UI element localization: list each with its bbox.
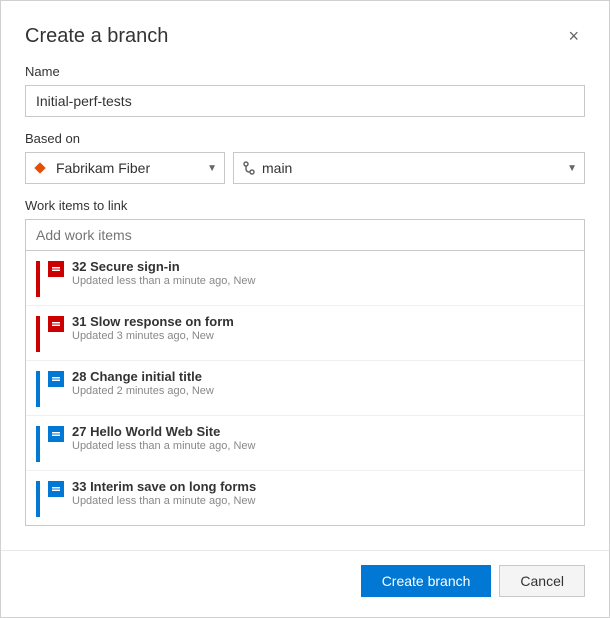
cancel-button[interactable]: Cancel [499, 565, 585, 597]
based-on-label: Based on [25, 131, 585, 146]
create-branch-dialog: Create a branch × Name Based on Fabrikam… [0, 0, 610, 618]
dialog-body: Name Based on Fabrikam Fiber ▼ [1, 64, 609, 550]
work-items-list: 32 Secure sign-in Updated less than a mi… [25, 251, 585, 526]
wi-icon-box [48, 261, 64, 277]
wi-meta: Updated 2 minutes ago, New [72, 385, 214, 397]
name-label: Name [25, 64, 585, 79]
based-on-section: Based on Fabrikam Fiber ▼ [25, 131, 585, 184]
wi-color-bar [36, 481, 40, 517]
work-item[interactable]: 33 Interim save on long forms Updated le… [26, 471, 584, 525]
wi-title: 27 Hello World Web Site [72, 424, 255, 439]
work-item[interactable]: 32 Secure sign-in Updated less than a mi… [26, 251, 584, 306]
wi-color-bar [36, 316, 40, 352]
close-button[interactable]: × [562, 25, 585, 47]
wi-meta: Updated less than a minute ago, New [72, 275, 255, 287]
wi-content: 27 Hello World Web Site Updated less tha… [72, 424, 255, 452]
work-items-input[interactable] [25, 219, 585, 251]
wi-title: 31 Slow response on form [72, 314, 234, 329]
work-item[interactable]: 28 Change initial title Updated 2 minute… [26, 361, 584, 416]
wi-icon-box [48, 426, 64, 442]
wi-icon-box [48, 316, 64, 332]
dialog-title: Create a branch [25, 25, 168, 48]
name-section: Name [25, 64, 585, 117]
wi-meta: Updated less than a minute ago, New [72, 495, 256, 507]
work-item[interactable]: 31 Slow response on form Updated 3 minut… [26, 306, 584, 361]
based-on-row: Fabrikam Fiber ▼ main [25, 152, 585, 184]
wi-content: 32 Secure sign-in Updated less than a mi… [72, 259, 255, 287]
wi-color-bar [36, 371, 40, 407]
dialog-footer: Create branch Cancel [1, 550, 609, 617]
dialog-header: Create a branch × [1, 1, 609, 64]
wi-meta: Updated 3 minutes ago, New [72, 330, 234, 342]
branch-select[interactable]: main [233, 152, 585, 184]
wi-meta: Updated less than a minute ago, New [72, 440, 255, 452]
wi-title: 28 Change initial title [72, 369, 214, 384]
work-items-label: Work items to link [25, 198, 585, 213]
wi-content: 31 Slow response on form Updated 3 minut… [72, 314, 234, 342]
repo-select[interactable]: Fabrikam Fiber [25, 152, 225, 184]
branch-select-wrapper: main ▼ [233, 152, 585, 184]
repo-select-wrapper: Fabrikam Fiber ▼ [25, 152, 225, 184]
wi-title: 32 Secure sign-in [72, 259, 255, 274]
wi-title: 33 Interim save on long forms [72, 479, 256, 494]
wi-color-bar [36, 426, 40, 462]
wi-icon-box [48, 371, 64, 387]
create-branch-button[interactable]: Create branch [361, 565, 492, 597]
name-input[interactable] [25, 85, 585, 117]
work-item[interactable]: 27 Hello World Web Site Updated less tha… [26, 416, 584, 471]
wi-content: 33 Interim save on long forms Updated le… [72, 479, 256, 507]
wi-icon-box [48, 481, 64, 497]
wi-color-bar [36, 261, 40, 297]
wi-content: 28 Change initial title Updated 2 minute… [72, 369, 214, 397]
